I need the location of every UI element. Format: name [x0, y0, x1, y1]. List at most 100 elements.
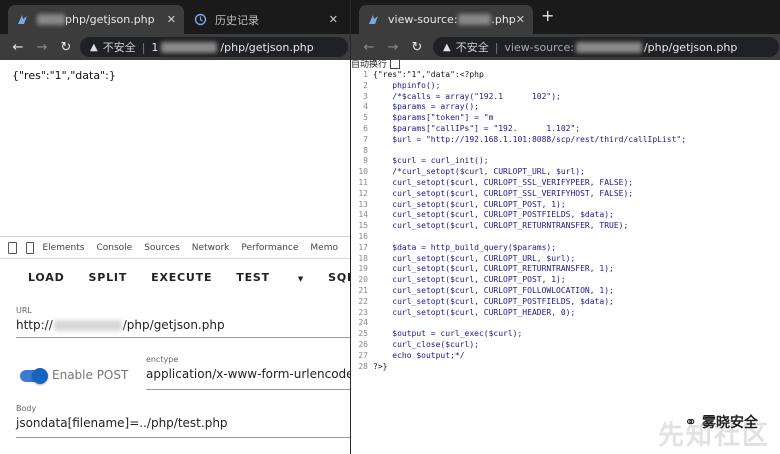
line-number: 9 [363, 156, 368, 166]
line-number: 3 [363, 91, 368, 101]
line-content: curl_setopt($curl, CURLOPT_POST, 1); [373, 275, 566, 285]
line-content: $curl = curl_init(); [373, 156, 489, 166]
source-line: 20 curl_setopt($curl, CURLOPT_POST, 1); [351, 275, 780, 286]
url-redaction [575, 41, 642, 53]
line-number: 21 [358, 285, 368, 295]
source-line: 25 $output = curl_exec($curl); [351, 329, 780, 340]
test-dropdown[interactable]: TEST ▼ [236, 271, 304, 284]
enctype-field-underline [146, 389, 350, 390]
not-secure-label: 不安全 [102, 41, 136, 54]
source-line: 3 /*$calls = array("192.1 102"); [351, 92, 780, 103]
source-line: 17 $data = http_build_query($params); [351, 243, 780, 254]
site-favicon-icon [16, 13, 29, 26]
inspect-icon[interactable] [8, 241, 18, 254]
left-tab-strip: php/getjson.php ✕ 历史记录 ✕ [0, 0, 350, 34]
line-number: 20 [358, 275, 368, 285]
execute-button[interactable]: EXECUTE [151, 271, 212, 284]
line-wrap-option[interactable]: 自动换行 [351, 57, 401, 70]
line-number: 8 [363, 145, 368, 155]
right-tab-strip: view-source: .php ✕ + [351, 0, 780, 34]
line-number: 17 [358, 242, 368, 252]
devtools-tabs: Elements Console Sources Network Perform… [0, 237, 350, 259]
right-browser-window: view-source: .php ✕ + ← → ↻ ▲ 不安全 | view… [350, 0, 780, 454]
right-toolbar: ← → ↻ ▲ 不安全 | view-source: /php/getjson.… [351, 34, 780, 60]
line-content: curl_setopt($curl, CURLOPT_RETURNTRANSFE… [373, 221, 629, 231]
devtools-panel: Elements Console Sources Network Perform… [0, 236, 350, 454]
back-arrow-icon[interactable]: ← [357, 40, 381, 55]
line-wrap-checkbox[interactable] [390, 58, 401, 69]
tab-view-source[interactable]: view-source: .php ✕ [359, 5, 533, 34]
line-number: 19 [358, 264, 368, 274]
source-line: 15 curl_setopt($curl, CURLOPT_RETURNTRAN… [351, 221, 780, 232]
forward-arrow-icon[interactable]: → [381, 40, 405, 55]
line-number: 26 [358, 339, 368, 349]
source-line: 13 curl_setopt($curl, CURLOPT_POST, 1); [351, 200, 780, 211]
line-number: 23 [358, 307, 368, 317]
source-line: 11 curl_setopt($curl, CURLOPT_SSL_VERIFY… [351, 178, 780, 189]
source-line: 26 curl_close($curl); [351, 340, 780, 351]
line-number: 12 [358, 188, 368, 198]
reload-icon[interactable]: ↻ [405, 40, 429, 55]
forward-arrow-icon[interactable]: → [30, 40, 54, 55]
tab-network[interactable]: Network [192, 243, 230, 253]
tab-elements[interactable]: Elements [43, 243, 85, 253]
line-content: curl_setopt($curl, CURLOPT_SSL_VERIFYPEE… [373, 177, 634, 187]
line-number: 27 [358, 350, 368, 360]
tab-getjson[interactable]: php/getjson.php ✕ [8, 5, 184, 34]
tab-title-redaction [37, 14, 65, 25]
line-wrap-label: 自动换行 [351, 60, 388, 70]
watermark: ⚭ 雾晓安全 [684, 412, 758, 432]
line-number: 7 [363, 134, 368, 144]
split-button[interactable]: SPLIT [89, 271, 128, 284]
load-button[interactable]: LOAD [28, 271, 65, 284]
device-toggle-icon[interactable] [26, 241, 34, 254]
line-number: 2 [363, 80, 368, 90]
body-field-underline [16, 437, 350, 438]
new-tab-button[interactable]: + [541, 6, 554, 25]
line-content: {"res":"1","data":<?php [373, 70, 484, 79]
tab-title: 历史记录 [215, 13, 259, 27]
back-arrow-icon[interactable]: ← [6, 40, 30, 55]
source-line: 27 echo $output;*/ [351, 351, 780, 362]
close-tab-icon[interactable]: ✕ [516, 13, 525, 26]
address-bar[interactable]: ▲ 不安全 | view-source: /php/getjson.php [433, 37, 779, 57]
tab-title-suffix: .php [491, 13, 516, 26]
address-bar[interactable]: ▲ 不安全 | 1 /php/getjson.php [80, 37, 348, 57]
line-content: $params = array(); [373, 102, 479, 112]
separator: | [141, 40, 146, 54]
line-content: curl_setopt($curl, CURLOPT_POST, 1); [373, 199, 566, 209]
warning-icon: ▲ [90, 41, 98, 53]
source-line: 5 $params["token"] = "m [351, 113, 780, 124]
close-tab-icon[interactable]: ✕ [167, 13, 176, 26]
line-content: /*$calls = array("192.1 102"); [373, 91, 561, 101]
line-content: echo $output;*/ [373, 350, 465, 360]
wechat-icon: ⚭ [684, 413, 697, 431]
history-icon [194, 13, 207, 26]
url-label: URL [16, 306, 32, 315]
url-field[interactable]: URL http:// /php/getjson.php [16, 306, 225, 332]
tab-performance[interactable]: Performance [241, 243, 298, 253]
source-line: 24 [351, 318, 780, 329]
sqli-dropdown[interactable]: SQLI▼ [328, 271, 350, 284]
line-content: phpinfo(); [373, 80, 441, 90]
line-content: $url = "http://192.168.1.101:8088/scp/re… [373, 134, 687, 144]
line-content: $output = curl_exec($curl); [373, 329, 523, 339]
tab-history[interactable]: 历史记录 ✕ [186, 5, 346, 34]
left-browser-window: php/getjson.php ✕ 历史记录 ✕ ← → ↻ ▲ 不安全 | 1… [0, 0, 350, 454]
source-line: 18 curl_setopt($curl, CURLOPT_URL, $url)… [351, 254, 780, 265]
body-field[interactable]: Body jsondata[filename]=../php/test.php [16, 404, 228, 430]
line-content: curl_setopt($curl, CURLOPT_POSTFIELDS, $… [373, 296, 614, 306]
line-content: curl_setopt($curl, CURLOPT_FOLLOWLOCATIO… [373, 285, 614, 295]
close-tab-icon[interactable]: ✕ [329, 13, 338, 26]
tab-memory[interactable]: Memo [310, 243, 338, 253]
tab-console[interactable]: Console [96, 243, 132, 253]
enctype-field[interactable]: enctype application/x-www-form-urlencode… [146, 355, 350, 381]
line-content: curl_setopt($curl, CURLOPT_RETURNTRANSFE… [373, 264, 614, 274]
enable-post-toggle[interactable] [20, 368, 48, 384]
reload-icon[interactable]: ↻ [54, 40, 78, 55]
tab-sources[interactable]: Sources [144, 243, 180, 253]
source-line: 19 curl_setopt($curl, CURLOPT_RETURNTRAN… [351, 264, 780, 275]
separator: | [494, 40, 499, 54]
line-content: $params["token"] = "m [373, 113, 494, 123]
enctype-label: enctype [146, 355, 179, 364]
